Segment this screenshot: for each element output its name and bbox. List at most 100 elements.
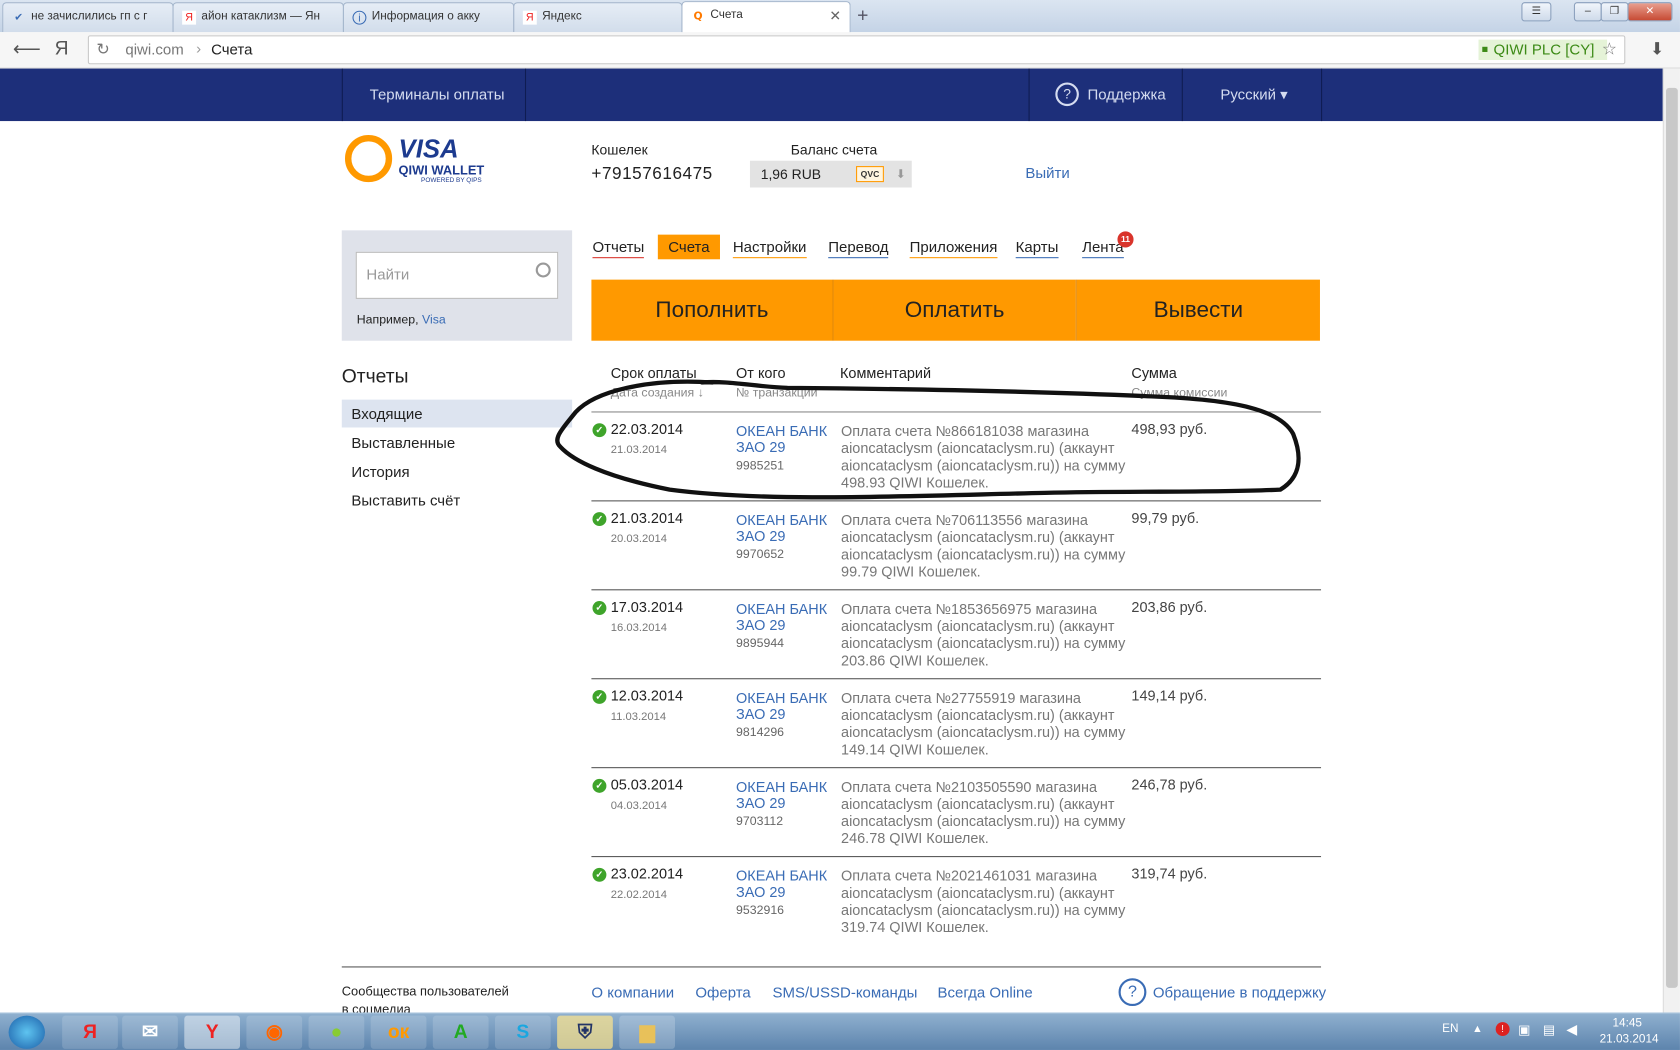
tab-title: айон катаклизм — Ян [201,9,321,23]
minimize-icon[interactable]: – [1573,2,1602,22]
sidebar-item-create-invoice[interactable]: Выставить счёт [351,492,460,509]
reload-icon[interactable]: ↻ [96,40,109,59]
topup-button[interactable]: Пополнить [591,279,833,341]
odnoklassniki-icon[interactable]: ок [370,1015,427,1049]
footer-online-link[interactable]: Всегда Online [937,984,1032,1001]
balance-label: Баланс счета [790,141,878,158]
row-divider [591,678,1322,680]
currency-badge: QVC [856,166,884,183]
row-from-link[interactable]: ОКЕАН БАНК ЗАО 29 [736,601,832,633]
row-sum: 319,74 руб. [1131,865,1208,882]
logout-link[interactable]: Выйти [1025,164,1069,181]
tab-transfer[interactable]: Перевод [828,237,889,259]
start-button[interactable] [8,1015,45,1049]
yandex-favicon-icon: Я [182,10,197,25]
search-icon[interactable] [535,262,551,278]
row-comment: Оплата счета №1853656975 магазина aionca… [841,601,1126,669]
search-panel: Найти Например, Visa [341,230,573,341]
star-icon[interactable]: ☆ [1602,39,1617,60]
browser-tab-strip: ✔ не зачислились гп с г Я айон катаклизм… [0,0,1680,34]
wallet-label: Кошелек [591,141,648,158]
windows-taskbar: Я ✉ Y ◉ ● ок A S ⛨ ▆ EN ▲ ! ▣ ▤ ◀ 14:45 … [0,1012,1680,1050]
tray-up-arrow-icon[interactable]: ▲ [1472,1023,1483,1035]
pay-button[interactable]: Оплатить [833,279,1076,341]
row-from-link[interactable]: ОКЕАН БАНК ЗАО 29 [736,868,832,900]
browser-tab-active[interactable]: Q Счета ✕ [681,1,851,34]
row-comment: Оплата счета №706113556 магазина aioncat… [841,512,1126,580]
row-transaction-id: 9703112 [736,815,784,829]
hand-drawn-circle [555,379,1301,500]
row-divider [591,589,1322,591]
footer-support-link[interactable]: Обращение в поддержку [1153,984,1326,1001]
support-link[interactable]: Поддержка [1087,69,1165,121]
row-created-date: 16.03.2014 [610,621,668,635]
power-icon[interactable]: ▤ [1543,1022,1555,1037]
sidebar-item-issued[interactable]: Выставленные [351,434,455,451]
tab-apps[interactable]: Приложения [909,237,998,259]
a-app-icon[interactable]: A [432,1015,489,1049]
qiwi-visa-logo[interactable]: VISA QIWI WALLET POWERED BY QIPS [343,133,493,192]
maximize-icon[interactable]: ❐ [1600,2,1629,22]
row-from-link[interactable]: ОКЕАН БАНК ЗАО 29 [736,512,832,544]
ssl-label: QIWI PLC [CY] [1493,40,1595,58]
row-transaction-id: 9814296 [736,726,785,740]
language-indicator[interactable]: EN [1442,1022,1458,1035]
back-arrow-icon[interactable]: ⟵ [13,39,41,61]
sidebar-item-history[interactable]: История [351,463,409,480]
mail-icon[interactable]: ✉ [122,1015,178,1049]
row-from-link[interactable]: ОКЕАН БАНК ЗАО 29 [736,690,832,722]
search-input[interactable]: Найти [355,251,559,299]
search-example-link[interactable]: Visa [422,314,446,327]
footer-offer-link[interactable]: Оферта [695,984,750,1001]
balance-dropdown-icon[interactable]: ⬇ [896,167,906,181]
yandex-app-icon[interactable]: Y [184,1015,240,1049]
tab-list-icon[interactable]: ☰ [1521,2,1552,22]
withdraw-button[interactable]: Вывести [1076,279,1320,341]
paid-check-icon: ✓ [592,601,607,615]
row-sum: 203,86 руб. [1131,598,1208,615]
row-from-link[interactable]: ОКЕАН БАНК ЗАО 29 [736,779,832,811]
scrollbar-thumb[interactable] [1666,87,1678,988]
row-comment: Оплата счета №2021461031 магазина aionca… [841,867,1126,936]
terminals-link[interactable]: Терминалы оплаты [370,69,505,121]
language-select[interactable]: Русский ▾ [1220,69,1287,121]
url-separator: › [196,39,202,57]
firefox-icon[interactable]: ◉ [246,1015,303,1049]
clock-date[interactable]: 21.03.2014 [1600,1033,1659,1046]
tab-invoices[interactable]: Счета [657,234,720,260]
browser-tab[interactable]: Я айон катаклизм — Ян [172,2,344,33]
yandex-browser-icon[interactable]: Я [62,1015,118,1049]
footer-about-link[interactable]: О компании [591,984,674,1001]
browser-tab[interactable]: Я Яндекс [513,2,683,33]
yandex-logo[interactable]: Я [55,37,69,59]
tab-reports[interactable]: Отчеты [592,237,645,259]
ssl-badge[interactable]: ■ QIWI PLC [CY] [1478,39,1608,60]
lock-icon: ■ [1481,43,1489,56]
row-transaction-id: 9895944 [736,637,785,651]
alert-icon[interactable]: ! [1495,1022,1510,1037]
browser-tab[interactable]: ✔ не зачислились гп с г [2,2,174,33]
sidebar-item-incoming[interactable]: Входящие [341,399,573,428]
tab-cards[interactable]: Карты [1015,237,1059,259]
row-comment: Оплата счета №2103505590 магазина aionca… [841,778,1126,847]
volume-icon[interactable]: ◀ [1566,1021,1577,1038]
browser-tab[interactable]: i Информация о акку [342,2,515,33]
shield-icon[interactable]: ⛨ [557,1015,613,1049]
tab-title: не зачислились гп с г [31,9,148,23]
tab-settings[interactable]: Настройки [732,237,807,259]
app-icon[interactable]: ● [308,1015,365,1049]
skype-icon[interactable]: S [494,1015,551,1049]
close-window-icon[interactable]: ✕ [1627,2,1673,22]
new-tab-button[interactable]: + [857,4,868,26]
close-tab-icon[interactable]: ✕ [829,7,841,24]
page-scrollbar[interactable] [1662,68,1680,1013]
address-field[interactable]: ↻ qiwi.com › Счета ■ QIWI PLC [CY] ☆ [87,35,1626,65]
clock-time[interactable]: 14:45 [1612,1017,1641,1030]
balance-box[interactable]: 1,96 RUB QVC ⬇ [749,160,912,188]
search-example-prefix: Например, [356,313,419,327]
wallet-number: +79157616475 [591,164,713,184]
network-icon[interactable]: ▣ [1518,1022,1530,1037]
folder-icon[interactable]: ▆ [619,1015,675,1049]
download-icon[interactable]: ⬇ [1650,39,1664,60]
footer-sms-link[interactable]: SMS/USSD-команды [772,984,917,1001]
